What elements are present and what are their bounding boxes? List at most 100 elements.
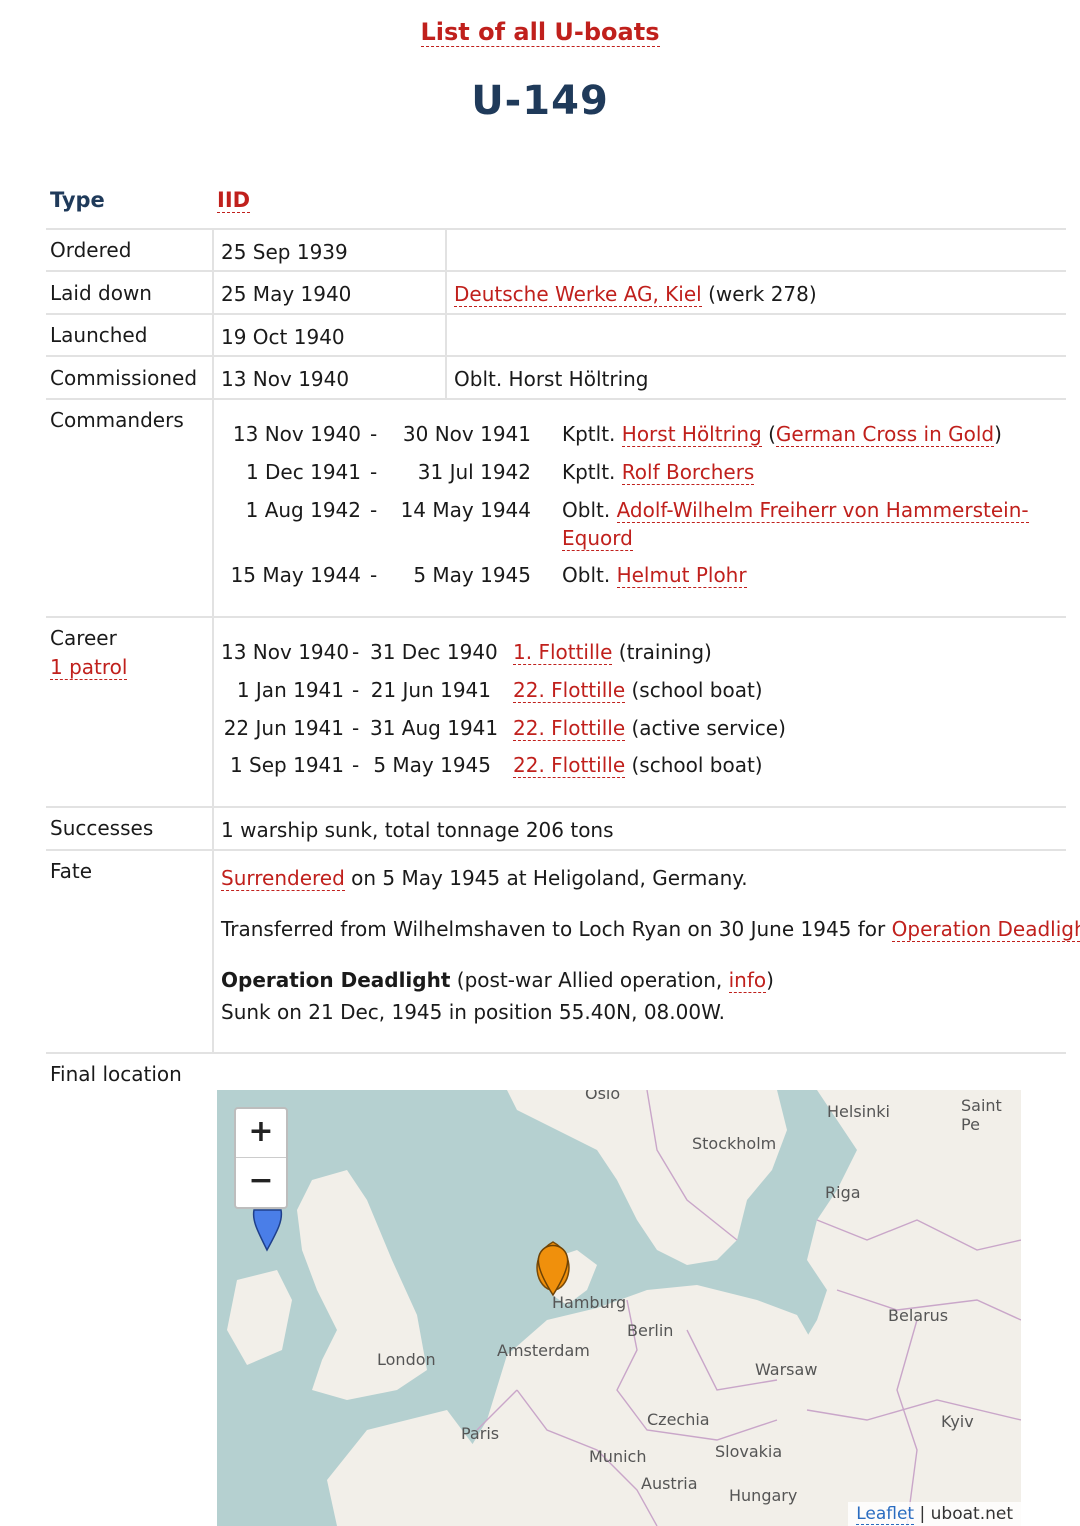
commander-link[interactable]: Helmut Plohr (616, 563, 747, 588)
commander-dash: - (370, 422, 378, 446)
award-open: ( (761, 422, 776, 446)
commissioned-commander: Oblt. Horst Höltring (454, 367, 649, 391)
career-flotilla: 22. Flottille (school boat) (513, 678, 763, 703)
commander-name: Kptlt. Horst Höltring (German Cross in G… (562, 422, 1002, 447)
commander-link[interactable]: Rolf Borchers (621, 460, 755, 485)
location-map[interactable]: Oslo Helsinki Saint Pe Stockholm Riga Ha… (217, 1090, 1021, 1526)
map-label-belarus: Belarus (888, 1306, 949, 1325)
attribution-separator: | (919, 1504, 926, 1524)
shipyard-link[interactable]: Deutsche Werke AG, Kiel (454, 282, 702, 307)
commander-link[interactable]: Horst Höltring (621, 422, 762, 447)
row-divider (46, 270, 1066, 272)
column-divider (445, 228, 447, 398)
row-divider (46, 849, 1066, 851)
map-label-warsaw: Warsaw (755, 1360, 818, 1379)
commander-from: 15 May 1944 (230, 563, 361, 587)
map-label-kyiv: Kyiv (941, 1412, 974, 1431)
flotilla-link[interactable]: 22. Flottille (513, 678, 626, 703)
commissioned-value: 13 Nov 1940 (221, 367, 350, 391)
column-divider (212, 228, 214, 1052)
map-label-berlin: Berlin (627, 1321, 674, 1340)
career-to: 21 Jun 1941 (370, 678, 491, 702)
info-link[interactable]: info (728, 968, 767, 993)
commander-to: 5 May 1945 (413, 563, 531, 587)
map-label-austria: Austria (641, 1474, 698, 1493)
career-from: 1 Sep 1941 (229, 753, 344, 777)
award-link[interactable]: German Cross in Gold (775, 422, 995, 447)
career-flotilla: 22. Flottille (school boat) (513, 753, 763, 778)
attribution-text: uboat.net (930, 1504, 1013, 1524)
patrol-count: 1 patrol (50, 655, 128, 680)
surrendered-link[interactable]: Surrendered (221, 866, 345, 891)
commissioned-label: Commissioned (50, 366, 198, 390)
laid-down-value: 25 May 1940 (221, 282, 352, 306)
row-divider (46, 616, 1066, 618)
deadlight-heading: Operation Deadlight (221, 968, 451, 992)
map-label-hungary: Hungary (729, 1486, 798, 1505)
row-divider (46, 1052, 1066, 1054)
deadlight-close: ) (766, 968, 774, 992)
successes-label: Successes (50, 816, 154, 840)
map-label-czechia: Czechia (647, 1410, 710, 1429)
sunk-position: Sunk on 21 Dec, 1945 in position 55.40N,… (221, 1000, 725, 1024)
career-to: 5 May 1945 (373, 753, 491, 777)
leaflet-link[interactable]: Leaflet (856, 1504, 915, 1525)
flotilla-link[interactable]: 22. Flottille (513, 716, 626, 741)
career-to: 31 Aug 1941 (370, 716, 499, 740)
map-label-saint-petersburg: Saint Pe (961, 1096, 1002, 1134)
commander-dash: - (370, 498, 378, 522)
page-title: U-149 (471, 78, 609, 124)
career-dash: - (352, 640, 360, 664)
flotilla-link[interactable]: 22. Flottille (513, 753, 626, 778)
flotilla-link[interactable]: 1. Flottille (513, 640, 613, 665)
commander-from: 1 Dec 1941 (245, 460, 361, 484)
final-location-label: Final location (50, 1062, 182, 1086)
career-note: (active service) (631, 716, 786, 740)
row-divider (46, 398, 1066, 400)
surrender-text: on 5 May 1945 at Heligoland, Germany. (351, 866, 748, 890)
fate-transfer: Transferred from Wilhelmshaven to Loch R… (221, 917, 1080, 942)
shipyard: Deutsche Werke AG, Kiel (werk 278) (454, 282, 817, 307)
map-label-london: London (377, 1350, 436, 1369)
ordered-label: Ordered (50, 238, 132, 262)
deadlight-desc: (post-war Allied operation, (456, 968, 723, 992)
map-label-hamburg: Hamburg (552, 1293, 627, 1312)
career-flotilla: 1. Flottille (training) (513, 640, 712, 665)
career-from: 22 Jun 1941 (223, 716, 344, 740)
commander-from: 1 Aug 1942 (245, 498, 361, 522)
career-from: 13 Nov 1940 (221, 640, 350, 664)
career-dash: - (352, 678, 360, 702)
zoom-control: + − (234, 1107, 288, 1209)
commander-to: 30 Nov 1941 (402, 422, 531, 446)
career-label: Career (50, 626, 117, 650)
career-flotilla: 22. Flottille (active service) (513, 716, 786, 741)
list-all-uboats-link[interactable]: List of all U-boats (420, 18, 660, 47)
patrol-link[interactable]: 1 patrol (50, 655, 128, 680)
career-from: 1 Jan 1941 (236, 678, 344, 702)
commander-name: Kptlt. Rolf Borchers (562, 460, 755, 485)
type-value: IID (217, 188, 251, 213)
type-link[interactable]: IID (217, 188, 251, 213)
zoom-in-button[interactable]: + (236, 1109, 286, 1158)
map-label-helsinki: Helsinki (827, 1102, 890, 1121)
werk-number: (werk 278) (708, 282, 817, 306)
career-note: (school boat) (631, 753, 763, 777)
commander-name: Oblt. Adolf-Wilhelm Freiherr von Hammers… (562, 498, 1029, 523)
laid-down-label: Laid down (50, 281, 152, 305)
map-label-stockholm: Stockholm (692, 1134, 777, 1153)
operation-deadlight-link[interactable]: Operation Deadlight (891, 917, 1080, 942)
commander-link-cont[interactable]: Equord (562, 526, 633, 551)
commander-from: 13 Nov 1940 (232, 422, 361, 446)
commander-link[interactable]: Adolf-Wilhelm Freiherr von Hammerstein- (616, 498, 1029, 523)
zoom-out-button[interactable]: − (236, 1158, 286, 1206)
page: List of all U-boats U-149 Type IID Order… (0, 0, 1080, 1526)
fate-surrender: Surrendered on 5 May 1945 at Heligoland,… (221, 866, 748, 891)
map-label-paris: Paris (461, 1424, 500, 1443)
row-divider (46, 313, 1066, 315)
map-label-slovakia: Slovakia (715, 1442, 783, 1461)
commander-rank: Oblt. (562, 563, 611, 587)
map-label-munich: Munich (589, 1447, 647, 1466)
commanders-label: Commanders (50, 408, 184, 432)
commander-name-cont: Equord (562, 526, 633, 551)
career-dash: - (352, 753, 360, 777)
